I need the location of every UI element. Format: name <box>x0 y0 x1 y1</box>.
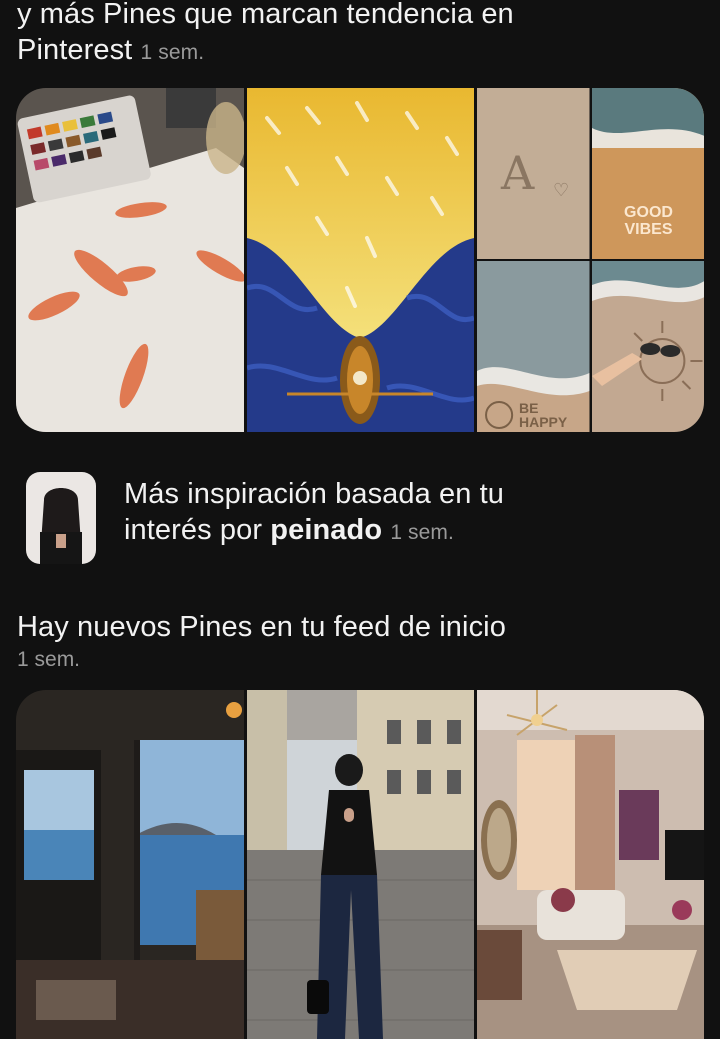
beach-tile-good-vibes: GOOD VIBES <box>591 88 704 259</box>
pin-image-living-room[interactable] <box>477 690 704 1039</box>
living-room-image <box>477 690 704 1039</box>
pin-image-beach-collage[interactable]: A ♡ GOOD VIBES BE HAPPY <box>477 88 704 432</box>
peinado-thumbnail[interactable] <box>26 472 96 564</box>
boat-painting-image <box>247 88 474 432</box>
street-outfit-image <box>247 690 474 1039</box>
sand-good-vibes: GOOD VIBES <box>624 204 673 238</box>
notifications-feed: y más Pines que marcan tendencia en Pint… <box>0 0 720 1039</box>
update-title-trending[interactable]: y más Pines que marcan tendencia en Pint… <box>17 0 707 71</box>
koi-painting-image <box>16 88 244 432</box>
sand-letter: A <box>501 146 535 200</box>
beach-tile-letter: A ♡ <box>477 88 590 259</box>
interest-line1: Más inspiración basada en tu <box>124 478 505 510</box>
pin-image-koi-painting[interactable] <box>16 88 244 432</box>
update-timestamp: 1 sem. <box>17 648 81 671</box>
new-pins-collage[interactable] <box>16 690 704 1039</box>
update-title-new-pins[interactable]: Hay nuevos Pines en tu feed de inicio <box>17 609 707 645</box>
interest-keyword: peinado <box>270 514 383 546</box>
pin-image-sea-view-room[interactable] <box>16 690 244 1039</box>
update-title-line1: y más Pines que marcan tendencia en <box>17 0 514 30</box>
interest-prefix: interés por <box>124 514 271 546</box>
sand-heart: ♡ <box>553 180 570 200</box>
pin-image-boat-painting[interactable] <box>247 88 474 432</box>
update-timestamp: 1 sem. <box>390 521 454 544</box>
pin-image-street-outfit[interactable] <box>247 690 474 1039</box>
update-timestamp: 1 sem. <box>140 41 205 64</box>
sand-be-happy: BE HAPPY <box>519 400 568 430</box>
interest-text: Más inspiración basada en tu interés por… <box>124 476 584 551</box>
sea-view-room-image <box>16 690 244 1039</box>
beach-tile-sun-drawing <box>591 261 704 432</box>
update-interest-peinado[interactable]: Más inspiración basada en tu interés por… <box>26 472 584 564</box>
trending-pins-collage[interactable]: A ♡ GOOD VIBES BE HAPPY <box>16 88 704 432</box>
beach-tile-be-happy: BE HAPPY <box>477 261 590 432</box>
update-title-line2: Pinterest <box>17 34 133 66</box>
